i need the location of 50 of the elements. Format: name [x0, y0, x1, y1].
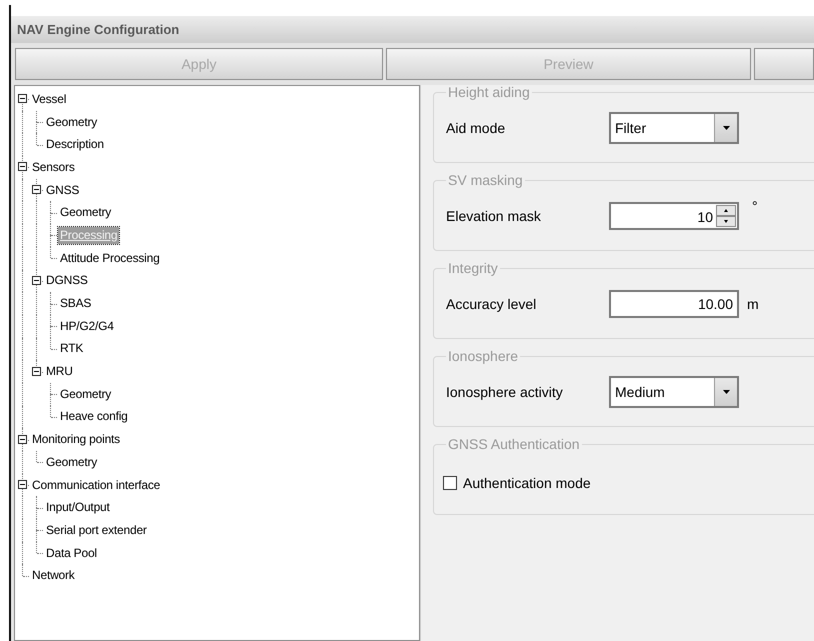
tree-item[interactable]: SBAS — [58, 295, 94, 312]
tree-item[interactable]: Attitude Processing — [58, 250, 162, 267]
checkbox[interactable] — [443, 476, 457, 490]
dropdown[interactable]: Filter — [609, 112, 739, 144]
tree-item[interactable]: Communication interface — [30, 476, 162, 494]
tree-item[interactable]: RTK — [58, 340, 86, 358]
collapse-icon[interactable] — [18, 94, 27, 104]
checkbox-label[interactable]: Authentication mode — [463, 475, 591, 491]
tree-item[interactable]: Vessel — [30, 90, 68, 108]
collapse-icon[interactable] — [18, 434, 27, 444]
caret-icon — [722, 390, 730, 394]
group-title: Integrity — [446, 260, 500, 276]
up-down-arrows-icon[interactable] — [716, 205, 736, 227]
tree-item[interactable]: Monitoring points — [30, 431, 122, 448]
tree-item[interactable]: DGNSS — [44, 272, 90, 290]
input-field[interactable]: 10.00 — [609, 290, 739, 318]
unit-label: ° — [752, 198, 758, 214]
collapse-icon[interactable] — [32, 276, 41, 285]
unit-label: m — [747, 296, 759, 312]
group-title: GNSS Authentication — [446, 436, 582, 452]
collapse-icon[interactable] — [18, 162, 27, 172]
dropdown[interactable]: Medium — [609, 376, 739, 408]
tree-item[interactable]: GNSS — [44, 182, 82, 199]
field-label: Accuracy level — [446, 296, 538, 312]
caret-icon — [722, 126, 730, 130]
tree-item[interactable]: Geometry — [58, 204, 114, 222]
spin-field[interactable]: 10 — [609, 202, 739, 230]
field-label: Elevation mask — [446, 208, 542, 224]
tree-item[interactable]: Geometry — [44, 114, 100, 131]
group-title: Ionosphere — [446, 348, 520, 364]
collapse-icon[interactable] — [32, 366, 41, 376]
tree-item[interactable]: Serial port extender — [44, 522, 149, 539]
toolbar-button[interactable] — [754, 48, 814, 80]
tree-item[interactable]: Geometry — [44, 454, 100, 471]
tree-item[interactable]: Sensors — [30, 158, 77, 176]
group-title: SV masking — [446, 172, 525, 188]
tree-item[interactable]: Data Pool — [44, 544, 99, 562]
tree-item[interactable]: HP/G2/G4 — [58, 318, 116, 335]
tree-item[interactable]: Input/Output — [44, 499, 112, 516]
collapse-icon[interactable] — [18, 480, 27, 490]
tree-item[interactable]: Network — [30, 567, 77, 584]
window-title: NAV Engine Configuration — [11, 16, 814, 43]
group-title: Height aiding — [446, 85, 532, 100]
tree-item[interactable]: Description — [44, 136, 106, 154]
field-label: Aid mode — [446, 120, 506, 136]
collapse-icon[interactable] — [32, 185, 41, 194]
tree-item[interactable]: MRU — [44, 363, 75, 380]
tree-item[interactable]: Geometry — [58, 386, 114, 403]
tree-item[interactable]: Heave config — [58, 408, 130, 426]
field-label: Ionosphere activity — [446, 384, 564, 400]
